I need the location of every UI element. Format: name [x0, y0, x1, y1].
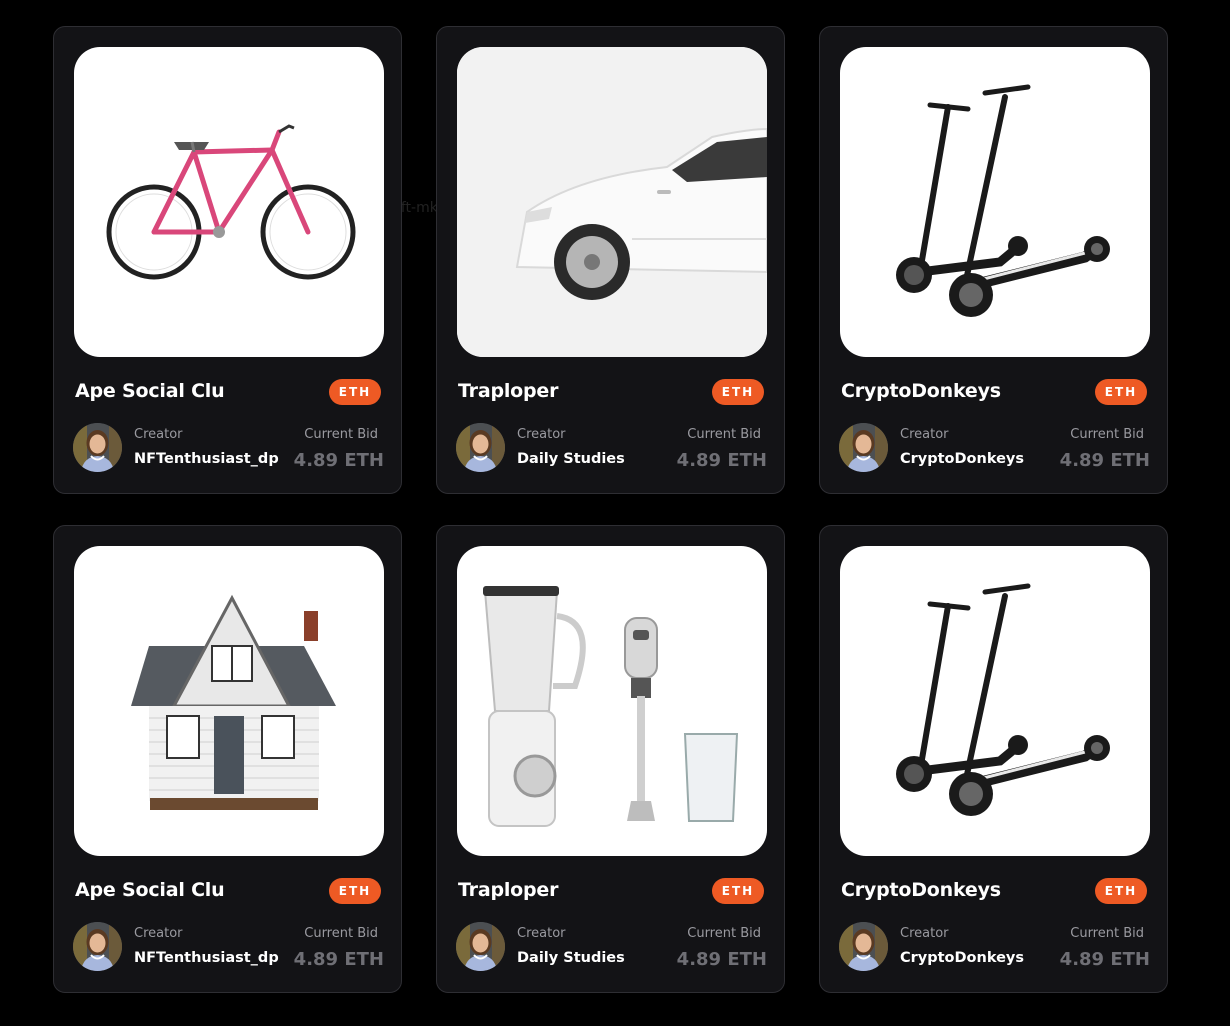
currency-badge: ETH: [329, 878, 381, 904]
current-bid-value: 4.89 ETH: [1059, 949, 1150, 970]
nft-image-house[interactable]: [74, 546, 384, 856]
creator-avatar[interactable]: [73, 423, 122, 472]
creator-avatar[interactable]: [839, 922, 888, 971]
currency-badge: ETH: [712, 379, 764, 405]
current-bid-label: Current Bid: [304, 926, 378, 941]
current-bid-value: 4.89 ETH: [1059, 450, 1150, 471]
nft-title[interactable]: Ape Social Clu: [75, 879, 225, 901]
current-bid-value: 4.89 ETH: [676, 450, 767, 471]
creator-avatar[interactable]: [456, 423, 505, 472]
nft-title[interactable]: Traploper: [458, 879, 558, 901]
creator-label: Creator: [134, 926, 183, 941]
nft-card[interactable]: Ape Social Clu ETH Creator NFTenthusiast…: [53, 26, 402, 494]
currency-badge: ETH: [1095, 878, 1147, 904]
creator-avatar[interactable]: [456, 922, 505, 971]
creator-label: Creator: [517, 427, 566, 442]
current-bid-value: 4.89 ETH: [293, 450, 384, 471]
current-bid-label: Current Bid: [687, 427, 761, 442]
creator-name[interactable]: NFTenthusiast_dp: [134, 950, 279, 966]
creator-label: Creator: [900, 926, 949, 941]
nft-card[interactable]: CryptoDonkeys ETH Creator CryptoDonkeys …: [819, 525, 1168, 993]
nft-image-bicycle[interactable]: [74, 47, 384, 357]
nft-card[interactable]: Traploper ETH Creator Daily Studies Curr…: [436, 26, 785, 494]
nft-card[interactable]: CryptoDonkeys ETH Creator CryptoDonkeys …: [819, 26, 1168, 494]
nft-image-blender[interactable]: [457, 546, 767, 856]
currency-badge: ETH: [712, 878, 764, 904]
nft-card[interactable]: Traploper ETH Creator Daily Studies Curr…: [436, 525, 785, 993]
creator-name[interactable]: CryptoDonkeys: [900, 950, 1024, 966]
current-bid-value: 4.89 ETH: [676, 949, 767, 970]
nft-image-scooters[interactable]: [840, 546, 1150, 856]
nft-title[interactable]: CryptoDonkeys: [841, 380, 1001, 402]
nft-image-scooters[interactable]: [840, 47, 1150, 357]
current-bid-label: Current Bid: [1070, 926, 1144, 941]
creator-name[interactable]: CryptoDonkeys: [900, 451, 1024, 467]
currency-badge: ETH: [1095, 379, 1147, 405]
nft-title[interactable]: Traploper: [458, 380, 558, 402]
nft-image-car[interactable]: [457, 47, 767, 357]
creator-label: Creator: [517, 926, 566, 941]
current-bid-label: Current Bid: [1070, 427, 1144, 442]
nft-card[interactable]: Ape Social Clu ETH Creator NFTenthusiast…: [53, 525, 402, 993]
nft-title[interactable]: CryptoDonkeys: [841, 879, 1001, 901]
current-bid-value: 4.89 ETH: [293, 949, 384, 970]
nft-title[interactable]: Ape Social Clu: [75, 380, 225, 402]
creator-name[interactable]: NFTenthusiast_dp: [134, 451, 279, 467]
creator-name[interactable]: Daily Studies: [517, 451, 625, 467]
creator-avatar[interactable]: [73, 922, 122, 971]
current-bid-label: Current Bid: [304, 427, 378, 442]
creator-name[interactable]: Daily Studies: [517, 950, 625, 966]
creator-label: Creator: [900, 427, 949, 442]
currency-badge: ETH: [329, 379, 381, 405]
creator-avatar[interactable]: [839, 423, 888, 472]
current-bid-label: Current Bid: [687, 926, 761, 941]
creator-label: Creator: [134, 427, 183, 442]
